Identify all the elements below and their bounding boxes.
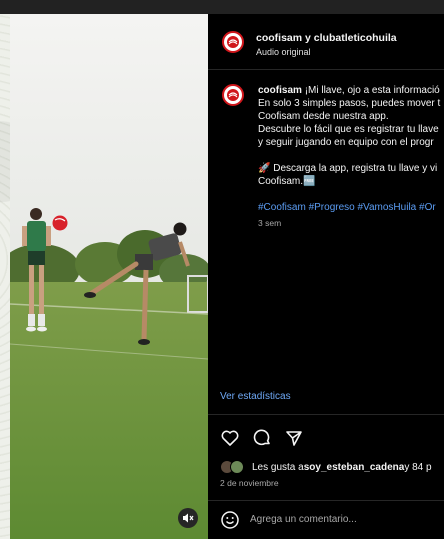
share-button[interactable] xyxy=(284,428,304,448)
mute-button[interactable] xyxy=(178,508,198,528)
caption-avatar[interactable] xyxy=(222,84,244,106)
hashtags[interactable]: #Coofisam #Progreso #VamosHuila #Or xyxy=(258,201,444,214)
post-authors[interactable]: coofisam y clubatleticohuila xyxy=(256,32,397,44)
view-insights-link[interactable]: Ver estadísticas xyxy=(220,391,291,402)
video-player[interactable] xyxy=(10,14,208,539)
caption-text-line: Descubre lo fácil que es registrar tu ll… xyxy=(258,124,439,135)
post-header: coofisam y clubatleticohuila Audio origi… xyxy=(208,14,444,70)
caption-text-line: Coofisam desde nuestra app. xyxy=(258,111,389,122)
post-date: 2 de noviembre xyxy=(220,478,279,488)
caption-text-line: En solo 3 simples pasos, puedes mover t xyxy=(258,98,441,109)
comment-button[interactable] xyxy=(252,428,272,448)
post-detail-panel: coofisam y clubatleticohuila Audio origi… xyxy=(208,14,444,539)
caption-text-line: 🚀 Descarga la app, registra tu llave y v… xyxy=(258,163,438,174)
video-frame xyxy=(10,14,208,539)
coofisam-logo-icon xyxy=(227,36,239,48)
avatar xyxy=(230,460,244,474)
action-bar xyxy=(220,428,304,448)
likes-prefix: Les gusta a xyxy=(252,461,304,473)
comment-input[interactable]: Agrega un comentario... xyxy=(250,514,357,525)
avatar[interactable] xyxy=(222,31,244,53)
caption-text-line: Coofisam.🆓 xyxy=(258,176,316,187)
heart-icon xyxy=(221,430,239,446)
divider xyxy=(208,414,444,415)
likes-suffix: y 84 p xyxy=(404,461,432,473)
caption-author[interactable]: coofisam xyxy=(258,85,302,96)
paper-plane-icon xyxy=(286,431,302,446)
caption-text-line: y seguir jugando en equipo con el progr xyxy=(258,137,434,148)
coofisam-logo-icon xyxy=(227,89,239,101)
comment-icon xyxy=(253,429,270,446)
emoji-button[interactable] xyxy=(220,510,240,530)
post-age: 3 sem xyxy=(258,218,282,228)
speaker-muted-icon xyxy=(183,513,194,523)
smiley-icon xyxy=(221,511,239,529)
post-caption: coofisam ¡Mi llave, ojo a esta informaci… xyxy=(258,84,444,230)
top-banner-strip xyxy=(0,0,444,14)
audio-label[interactable]: Audio original xyxy=(256,47,311,57)
liker-username[interactable]: soy_esteban_cadena xyxy=(304,462,405,473)
likes-summary[interactable]: Les gusta a soy_esteban_cadena y 84 p xyxy=(220,460,432,474)
liker-avatars xyxy=(220,460,248,474)
caption-text-line: ¡Mi llave, ojo a esta informació xyxy=(304,85,440,96)
comment-composer: Agrega un comentario... xyxy=(208,500,444,539)
like-button[interactable] xyxy=(220,428,240,448)
